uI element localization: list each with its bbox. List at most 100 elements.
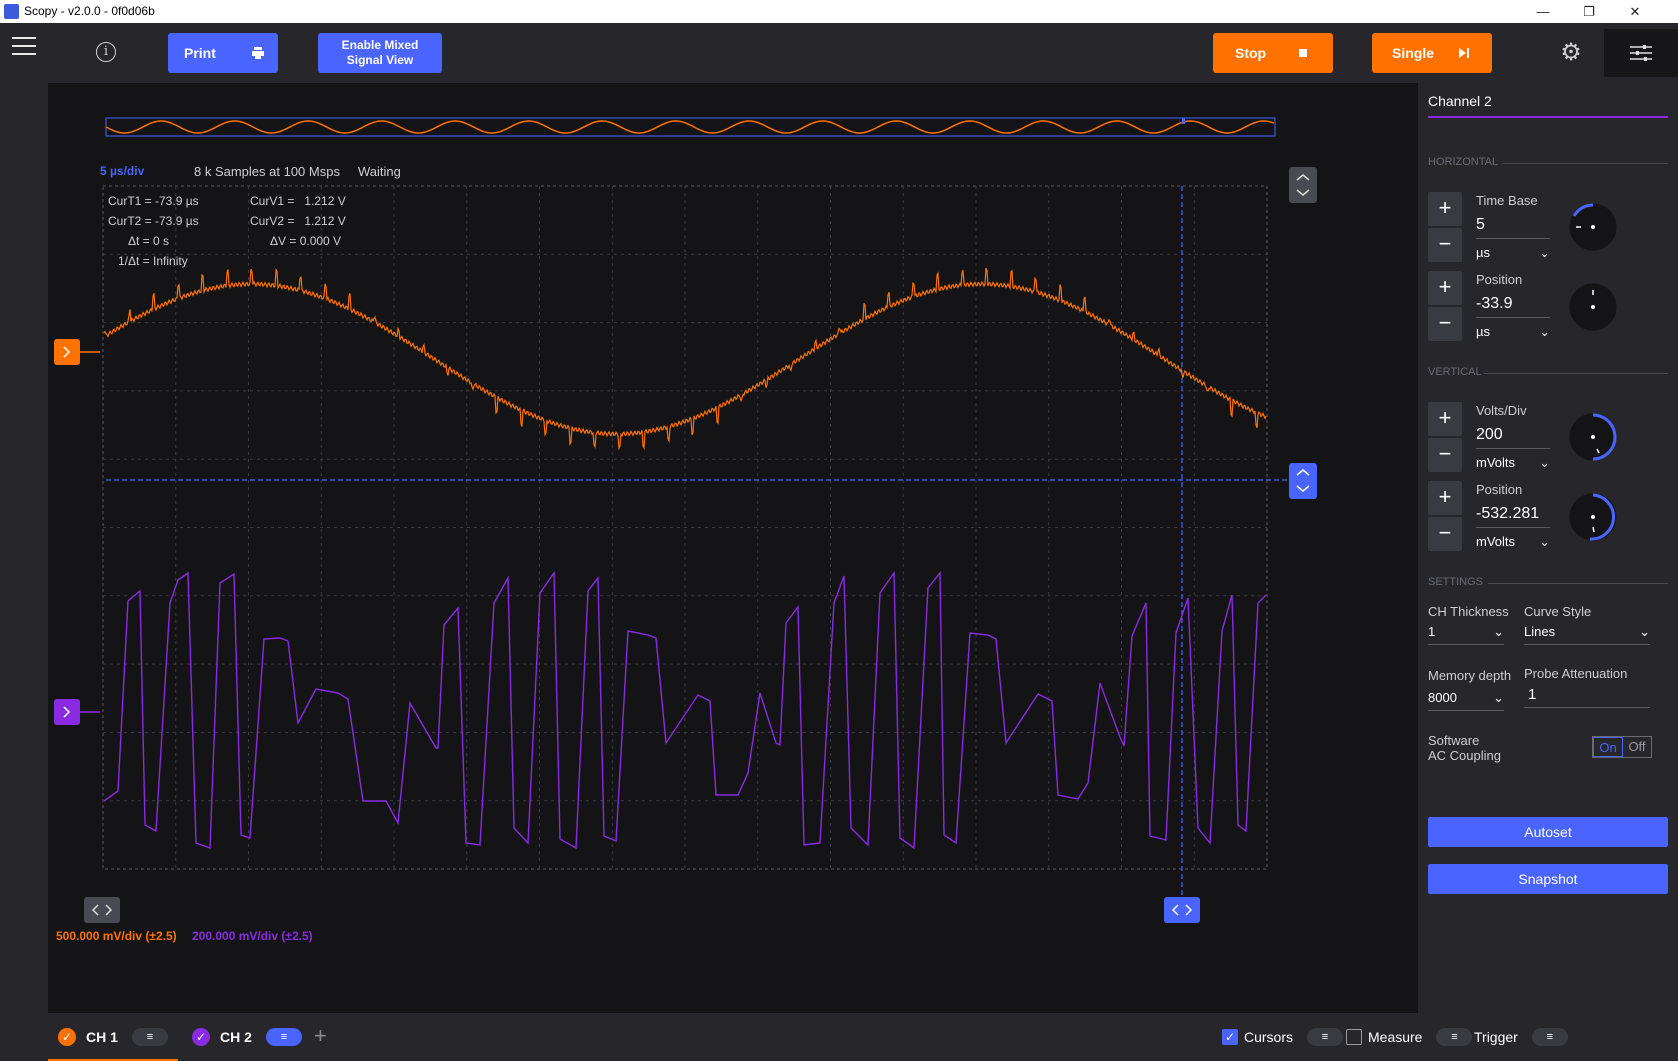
single-button[interactable]: Single bbox=[1372, 33, 1492, 73]
vertical-section-label: VERTICAL bbox=[1428, 366, 1482, 378]
hposition-minus-button[interactable]: − bbox=[1428, 307, 1462, 341]
left-time-handle[interactable] bbox=[84, 897, 120, 923]
chevron-down-icon: ⌄ bbox=[1539, 534, 1550, 549]
hposition-unit-select[interactable]: µs ⌄ bbox=[1476, 324, 1550, 340]
ac-coupling-toggle[interactable]: On Off bbox=[1592, 736, 1652, 758]
timebase-knob[interactable] bbox=[1568, 202, 1618, 252]
ch1-offset-handle[interactable] bbox=[54, 339, 100, 365]
ac-coupling-on[interactable]: On bbox=[1593, 737, 1623, 757]
hposition-plus-button[interactable]: + bbox=[1428, 271, 1462, 305]
timebase-input[interactable]: 5 bbox=[1476, 216, 1550, 239]
printer-icon bbox=[252, 47, 264, 59]
inv-dt-readout: 1/Δt = Infinity bbox=[118, 254, 188, 268]
mixed-label-line2: Signal View bbox=[346, 53, 414, 67]
enable-mixed-signal-view-button[interactable]: Enable Mixed Signal View bbox=[318, 33, 442, 73]
cursors-checkbox[interactable]: ✓ bbox=[1222, 1029, 1238, 1045]
snapshot-button[interactable]: Snapshot bbox=[1428, 864, 1668, 894]
settings-section-label: SETTINGS bbox=[1428, 576, 1484, 588]
waveform-overview[interactable] bbox=[105, 117, 1276, 137]
timebase-unit-select[interactable]: µs ⌄ bbox=[1476, 245, 1550, 261]
voltsdiv-knob[interactable] bbox=[1568, 412, 1618, 462]
left-strip bbox=[0, 23, 48, 1061]
chevron-down-icon: ⌄ bbox=[1639, 624, 1650, 639]
restore-button[interactable]: ❐ bbox=[1566, 1, 1612, 22]
add-channel-button[interactable]: + bbox=[314, 1023, 327, 1049]
curT1-readout: CurT1 = -73.9 µs bbox=[108, 194, 199, 208]
curT2-readout: CurT2 = -73.9 µs bbox=[108, 214, 199, 228]
hposition-knob[interactable] bbox=[1568, 282, 1618, 332]
vposition-unit-select[interactable]: mVolts ⌄ bbox=[1476, 534, 1550, 550]
timebase-plus-button[interactable]: + bbox=[1428, 192, 1462, 226]
vertical-cursor-handle[interactable] bbox=[1164, 897, 1200, 923]
probe-attenuation-input[interactable]: 1 bbox=[1524, 686, 1650, 708]
voltsdiv-plus-button[interactable]: + bbox=[1428, 402, 1462, 436]
ch-thickness-select[interactable]: 1 ⌄ bbox=[1428, 624, 1504, 645]
ch2-offset-handle[interactable] bbox=[54, 699, 100, 725]
measure-toggle[interactable]: Measure ≡ bbox=[1346, 1028, 1473, 1046]
measure-label: Measure bbox=[1368, 1029, 1423, 1045]
voltsdiv-unit-select[interactable]: mVolts ⌄ bbox=[1476, 455, 1550, 471]
dV-readout: ΔV = 0.000 V bbox=[270, 234, 342, 248]
close-button[interactable]: ✕ bbox=[1612, 1, 1658, 22]
stop-label: Stop bbox=[1235, 45, 1267, 61]
cursors-menu-button[interactable]: ≡ bbox=[1307, 1028, 1344, 1046]
dt-readout: Δt = 0 s bbox=[128, 234, 170, 248]
ch-thickness-label: CH Thickness bbox=[1428, 604, 1509, 619]
measure-menu-button[interactable]: ≡ bbox=[1436, 1028, 1473, 1046]
chevron-down-icon: ⌄ bbox=[1539, 245, 1550, 260]
ch2-tab-label: CH 2 bbox=[220, 1029, 252, 1045]
hposition-unit: µs bbox=[1476, 324, 1490, 339]
vposition-plus-button[interactable]: + bbox=[1428, 481, 1462, 515]
vposition-input[interactable]: -532.281 bbox=[1476, 505, 1550, 528]
curV2-readout: CurV2 = 1.212 V bbox=[250, 214, 346, 228]
chevron-down-icon: ⌄ bbox=[1493, 624, 1504, 639]
ch1-tab[interactable]: ✓ CH 1 ≡ bbox=[58, 1028, 168, 1046]
ch2-menu-button[interactable]: ≡ bbox=[265, 1028, 302, 1046]
top-scroll-handle[interactable] bbox=[1289, 167, 1317, 203]
curve-style-select[interactable]: Lines ⌄ bbox=[1524, 624, 1650, 645]
ch2-scale-label: 200.000 mV/div (±2.5) bbox=[192, 929, 313, 943]
single-label: Single bbox=[1392, 45, 1435, 61]
hposition-input[interactable]: -33.9 bbox=[1476, 295, 1550, 318]
gear-icon[interactable]: ⚙ bbox=[1559, 41, 1583, 65]
ac-coupling-off[interactable]: Off bbox=[1623, 737, 1651, 757]
cursors-toggle[interactable]: ✓ Cursors ≡ bbox=[1222, 1028, 1344, 1046]
voltsdiv-label: Volts/Div bbox=[1476, 403, 1527, 418]
minimize-button[interactable]: — bbox=[1520, 1, 1566, 22]
memory-depth-select[interactable]: 8000 ⌄ bbox=[1428, 690, 1504, 711]
vposition-knob[interactable] bbox=[1568, 492, 1618, 542]
ch1-menu-button[interactable]: ≡ bbox=[131, 1028, 168, 1046]
trigger-menu-button[interactable]: ≡ bbox=[1531, 1028, 1568, 1046]
ch1-check-icon: ✓ bbox=[58, 1028, 76, 1046]
voltsdiv-input[interactable]: 200 bbox=[1476, 426, 1550, 449]
ch2-tab[interactable]: ✓ CH 2 ≡ bbox=[192, 1028, 302, 1046]
hamburger-menu-icon[interactable] bbox=[12, 37, 36, 57]
ch2-check-icon: ✓ bbox=[192, 1028, 210, 1046]
stop-button[interactable]: Stop bbox=[1213, 33, 1333, 73]
channel-settings-panel: Channel 2 HORIZONTAL + − Time Base 5 µs ⌄… bbox=[1418, 83, 1678, 1013]
curV1-readout: CurV1 = 1.212 V bbox=[250, 194, 346, 208]
autoset-button[interactable]: Autoset bbox=[1428, 817, 1668, 847]
info-icon[interactable]: i bbox=[96, 42, 116, 62]
vposition-label: Position bbox=[1476, 482, 1523, 497]
acquisition-state: Waiting bbox=[358, 164, 401, 179]
print-button[interactable]: Print bbox=[168, 33, 278, 73]
vposition-minus-button[interactable]: − bbox=[1428, 517, 1462, 551]
timebase-unit: µs bbox=[1476, 245, 1490, 260]
vertical-section-header: VERTICAL bbox=[1428, 366, 1668, 378]
horizontal-section-header: HORIZONTAL bbox=[1428, 156, 1668, 168]
cursors-label: Cursors bbox=[1244, 1029, 1294, 1045]
voltsdiv-minus-button[interactable]: − bbox=[1428, 438, 1462, 472]
horizontal-cursor-handle[interactable] bbox=[1289, 463, 1317, 499]
hposition-label: Position bbox=[1476, 272, 1523, 287]
ac-coupling-label: Software AC Coupling bbox=[1428, 733, 1501, 763]
scopy-logo-icon bbox=[4, 4, 19, 19]
panel-title-underline bbox=[1428, 116, 1668, 118]
settings-toggle-button[interactable] bbox=[1604, 29, 1678, 77]
ac-coupling-label-line1: Software bbox=[1428, 733, 1480, 748]
trigger-toggle[interactable]: Trigger ≡ bbox=[1474, 1028, 1568, 1046]
stop-square-icon bbox=[1299, 49, 1307, 57]
measure-checkbox[interactable] bbox=[1346, 1029, 1362, 1045]
timebase-minus-button[interactable]: − bbox=[1428, 228, 1462, 262]
vposition-unit: mVolts bbox=[1476, 534, 1516, 549]
